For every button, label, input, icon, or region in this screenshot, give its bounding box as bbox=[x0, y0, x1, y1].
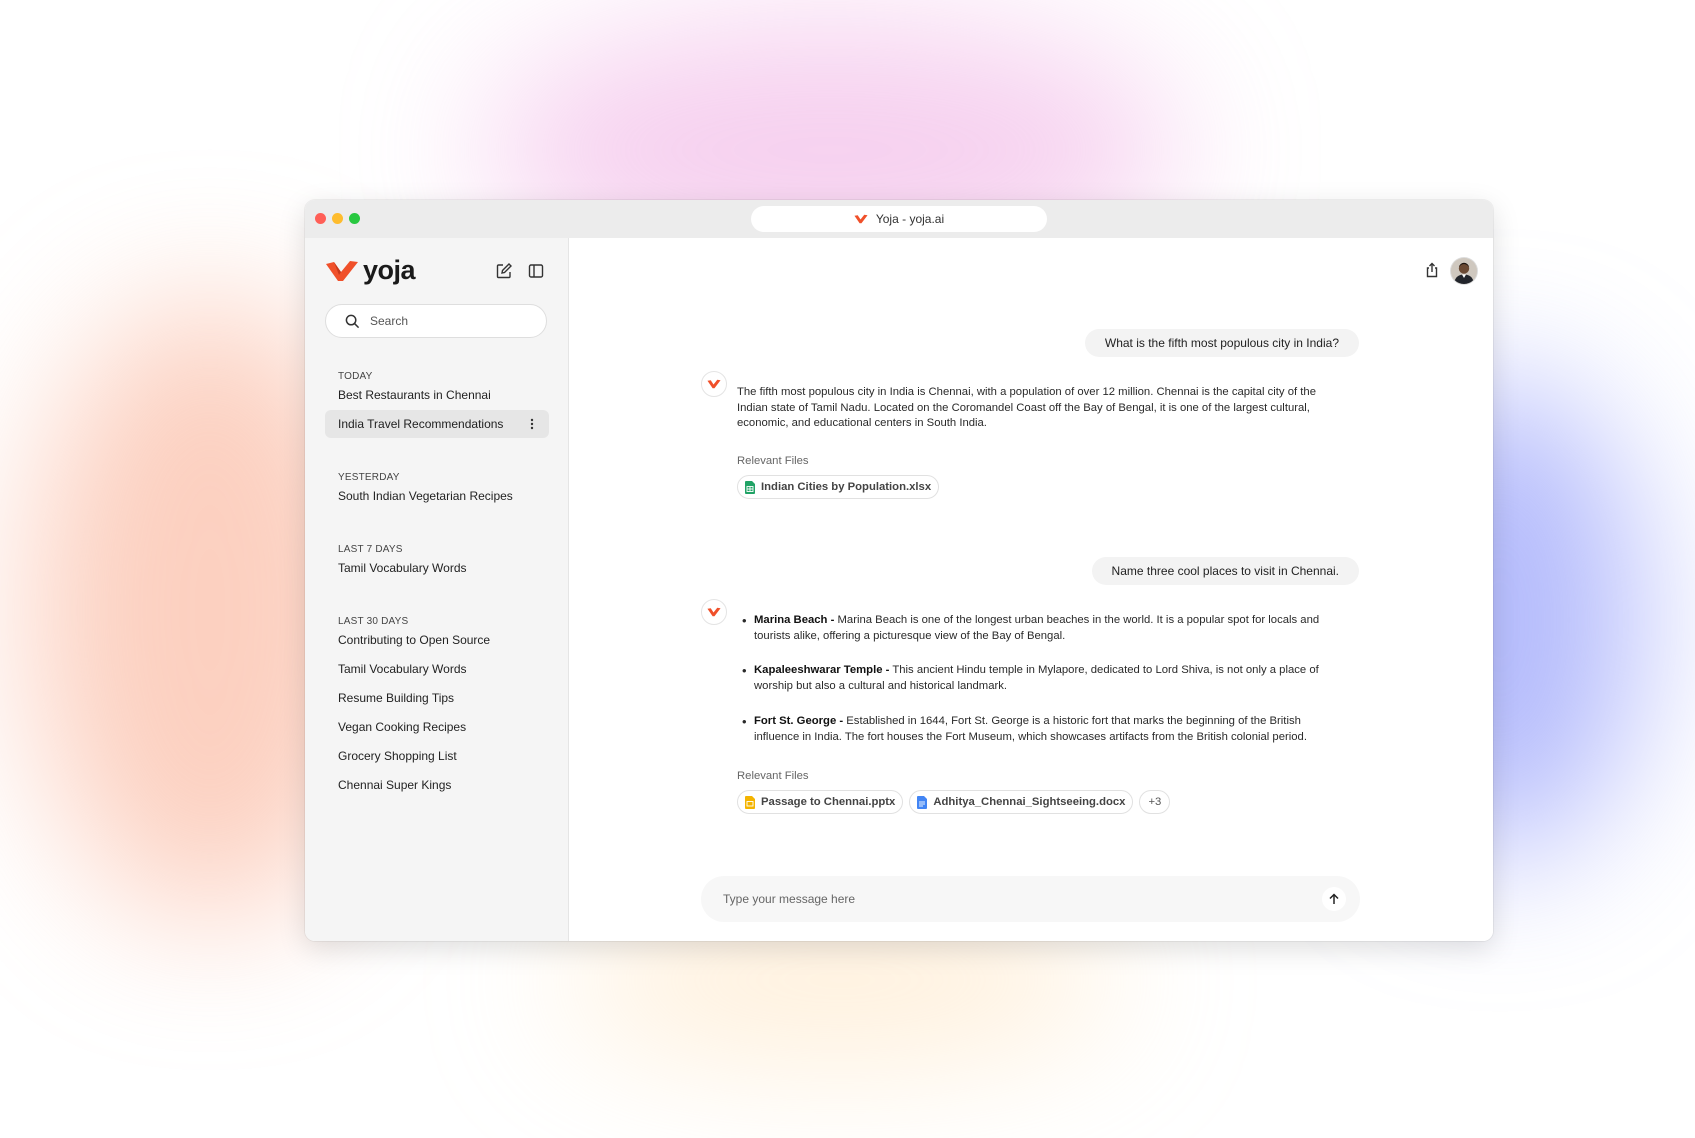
history-item-label: Vegan Cooking Recipes bbox=[338, 720, 467, 734]
search-icon bbox=[345, 314, 360, 328]
yoja-logo-icon bbox=[326, 260, 358, 281]
user-message: What is the fifth most populous city in … bbox=[1084, 329, 1359, 357]
place-item: Kapaleeshwarar Temple - This ancient Hin… bbox=[737, 663, 1342, 694]
sidebar: yoja TODAY Best Restaurants in Chennai I… bbox=[305, 238, 569, 941]
place-title: Fort St. George - bbox=[754, 714, 844, 727]
tab-title: Yoja - yoja.ai bbox=[875, 212, 945, 226]
relevant-files-list: Indian Cities by Population.xlsx bbox=[737, 475, 940, 499]
user-avatar[interactable] bbox=[1451, 258, 1477, 284]
document-icon bbox=[917, 795, 928, 809]
search-input[interactable] bbox=[368, 313, 522, 329]
browser-window: Yoja - yoja.ai yoja TODAY bbox=[305, 200, 1493, 941]
history-item[interactable]: Contributing to Open Source bbox=[325, 626, 549, 654]
assistant-avatar bbox=[701, 599, 727, 625]
history-item[interactable]: Tamil Vocabulary Words bbox=[325, 554, 549, 582]
history-item-label: Chennai Super Kings bbox=[338, 778, 452, 792]
browser-titlebar: Yoja - yoja.ai bbox=[305, 200, 1493, 238]
chat-main: What is the fifth most populous city in … bbox=[569, 238, 1493, 941]
file-name: Indian Cities by Population.xlsx bbox=[761, 481, 932, 493]
place-title: Kapaleeshwarar Temple - bbox=[754, 664, 890, 677]
history-item-label: Tamil Vocabulary Words bbox=[338, 662, 467, 676]
history-item-label: Grocery Shopping List bbox=[338, 749, 457, 763]
user-message: Name three cool places to visit in Chenn… bbox=[1091, 557, 1359, 585]
address-bar[interactable]: Yoja - yoja.ai bbox=[751, 206, 1047, 232]
place-item: Marina Beach - Marina Beach is one of th… bbox=[737, 613, 1342, 644]
relevant-files-list: Passage to Chennai.pptx Adhitya_Chennai_… bbox=[737, 790, 1171, 814]
history-item[interactable]: Tamil Vocabulary Words bbox=[325, 655, 549, 683]
send-button[interactable] bbox=[1322, 887, 1346, 911]
history-item[interactable]: Grocery Shopping List bbox=[325, 742, 549, 770]
history-item[interactable]: Resume Building Tips bbox=[325, 684, 549, 712]
assistant-message: The fifth most populous city in India is… bbox=[737, 386, 1316, 430]
assistant-avatar bbox=[701, 371, 727, 397]
search-field[interactable] bbox=[325, 304, 547, 338]
place-item: Fort St. George - Established in 1644, F… bbox=[737, 714, 1342, 745]
file-name: Adhitya_Chennai_Sightseeing.docx bbox=[933, 796, 1126, 808]
file-chip[interactable]: Passage to Chennai.pptx bbox=[737, 790, 904, 814]
file-chip[interactable]: Indian Cities by Population.xlsx bbox=[737, 475, 940, 499]
relevant-files-label: Relevant Files bbox=[737, 455, 809, 467]
logo-text: yoja bbox=[363, 255, 416, 285]
place-description: Marina Beach is one of the longest urban… bbox=[754, 614, 1320, 642]
history-item-label: Contributing to Open Source bbox=[338, 633, 491, 647]
relevant-files-label: Relevant Files bbox=[737, 770, 809, 782]
toggle-sidebar-icon[interactable] bbox=[527, 262, 545, 280]
share-icon[interactable] bbox=[1424, 262, 1440, 278]
maximize-window-button[interactable] bbox=[349, 213, 360, 224]
arrow-up-icon bbox=[1329, 893, 1339, 904]
assistant-message-list: Marina Beach - Marina Beach is one of th… bbox=[737, 613, 1342, 745]
history-item[interactable]: Chennai Super Kings bbox=[325, 771, 549, 799]
message-input[interactable] bbox=[721, 891, 1305, 907]
yoja-favicon-icon bbox=[854, 214, 868, 224]
message-composer bbox=[701, 876, 1360, 922]
spreadsheet-icon bbox=[745, 480, 755, 494]
file-name: Passage to Chennai.pptx bbox=[761, 796, 896, 808]
history-item-label: Resume Building Tips bbox=[338, 691, 455, 705]
history-item-label: Best Restaurants in Chennai bbox=[338, 388, 491, 402]
history-item[interactable]: Vegan Cooking Recipes bbox=[325, 713, 549, 741]
file-chip[interactable]: Adhitya_Chennai_Sightseeing.docx bbox=[909, 790, 1134, 814]
yoja-logo-icon bbox=[707, 379, 721, 389]
history-item-label: India Travel Recommendations bbox=[338, 417, 504, 431]
more-options-icon[interactable] bbox=[530, 418, 534, 430]
minimize-window-button[interactable] bbox=[332, 213, 343, 224]
place-title: Marina Beach - bbox=[754, 614, 835, 626]
history-item-active[interactable]: India Travel Recommendations bbox=[325, 410, 549, 438]
yoja-logo[interactable]: yoja bbox=[325, 255, 416, 286]
user-avatar-icon bbox=[1451, 258, 1477, 284]
history-item[interactable]: South Indian Vegetarian Recipes bbox=[325, 482, 549, 510]
slides-icon bbox=[745, 795, 755, 809]
history-item[interactable]: Best Restaurants in Chennai bbox=[325, 381, 549, 409]
new-chat-icon[interactable] bbox=[495, 262, 513, 280]
history-item-label: Tamil Vocabulary Words bbox=[338, 561, 467, 575]
close-window-button[interactable] bbox=[315, 213, 326, 224]
yoja-logo-icon bbox=[707, 607, 721, 617]
more-files-button[interactable]: +3 bbox=[1139, 790, 1171, 814]
history-item-label: South Indian Vegetarian Recipes bbox=[338, 489, 513, 503]
